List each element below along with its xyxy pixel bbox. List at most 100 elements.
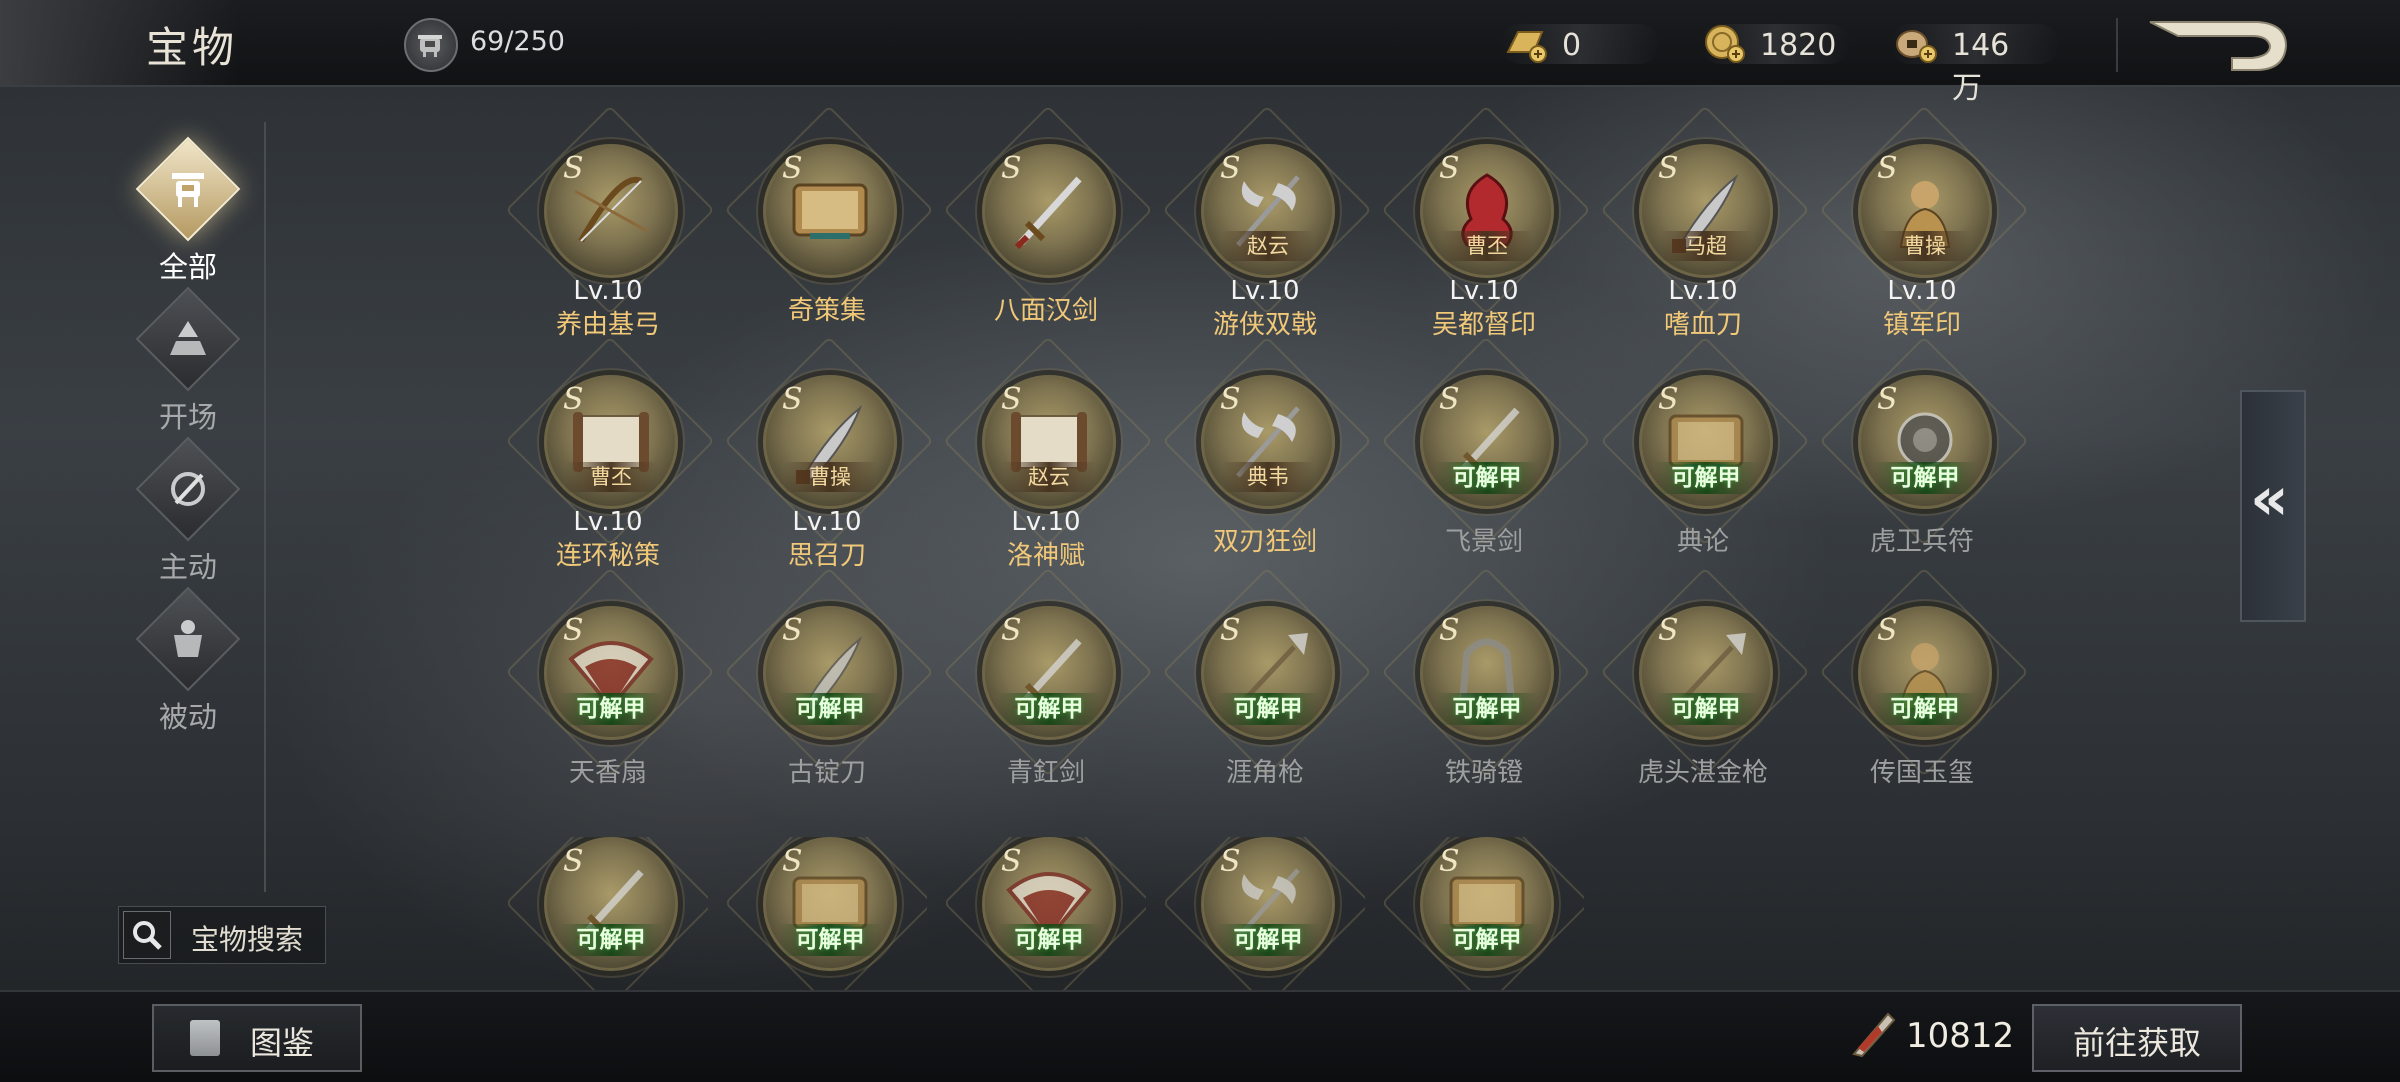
treasure-item[interactable]: S 曹操 Lv.10 镇军印 [1822, 144, 2022, 340]
category-label: 主动 [158, 550, 217, 584]
treasure-medal: S 可解甲 [1420, 837, 1554, 971]
treasure-name: 铁骑镫 [1444, 758, 1523, 788]
sidebar-divider [264, 122, 266, 892]
treasure-item[interactable]: S 可解甲 [727, 837, 927, 992]
treasure-name: 虎卫兵符 [1869, 527, 1974, 557]
grade-badge: S [782, 382, 803, 417]
hero-badge: 赵云 [1221, 231, 1315, 261]
treasure-name: 传国玉玺 [1869, 758, 1974, 788]
grade-badge: S [1001, 844, 1022, 879]
treasure-item[interactable]: S 可解甲 古锭刀 [727, 606, 927, 796]
hero-badge: 马超 [1659, 231, 1753, 261]
grade-badge: S [1001, 151, 1022, 186]
treasure-item[interactable]: S 可解甲 涯角枪 [1165, 606, 1365, 796]
treasure-item[interactable]: S 典韦双刃狂剑 [1165, 375, 1365, 565]
go-obtain-button[interactable]: 前往获取 [2032, 1004, 2242, 1072]
hero-badge: 曹丕 [1440, 231, 1534, 261]
treasure-item[interactable]: S 赵云 Lv.10 游侠双戟 [1165, 144, 1365, 340]
treasure-name: 奇策集 [787, 296, 866, 326]
grade-badge: S [782, 613, 803, 648]
treasure-item[interactable]: S 可解甲铁骑镫 [1384, 606, 1584, 796]
treasure-item[interactable]: S 可解甲传国玉玺 [1822, 606, 2022, 796]
treasure-item[interactable]: S 可解甲 虎卫兵符 [1822, 375, 2022, 565]
collapse-panel-button[interactable]: « [2240, 390, 2306, 622]
treasure-item[interactable]: S 奇策集 [727, 144, 927, 334]
unlockable-badge: 可解甲 [1435, 924, 1539, 956]
grade-badge: S [563, 382, 584, 417]
treasure-item[interactable]: S 曹操 Lv.10 思召刀 [727, 375, 927, 571]
grade-badge: S [1220, 844, 1241, 879]
unlockable-badge: 可解甲 [778, 693, 882, 725]
treasure-item[interactable]: S 可解甲 [946, 837, 1146, 992]
category-all[interactable]: 全部 [128, 136, 248, 286]
treasure-medal: S [982, 144, 1116, 278]
grade-badge: S [782, 844, 803, 879]
treasure-medal: S 赵云 [1201, 144, 1335, 278]
treasure-medal: S 赵云 [982, 375, 1116, 509]
treasure-item[interactable]: S 八面汉剑 [946, 144, 1146, 334]
back-arrow-icon[interactable] [2148, 18, 2288, 74]
treasure-item[interactable]: S 可解甲 典论 [1603, 375, 1803, 565]
cauldron-icon [404, 18, 458, 72]
armor-icon [135, 586, 241, 692]
treasure-name: 天香扇 [568, 758, 647, 788]
slash-icon [135, 436, 241, 542]
hero-badge: 曹操 [1878, 231, 1972, 261]
treasure-item[interactable]: S 可解甲 [1384, 837, 1584, 992]
treasure-medal: S 可解甲 [1201, 606, 1335, 740]
treasure-item[interactable]: S 马超 Lv.10 嗜血刀 [1603, 144, 1803, 340]
grade-badge: S [1001, 382, 1022, 417]
unlockable-badge: 可解甲 [1873, 693, 1977, 725]
gold-bar-value: 0 [1562, 28, 1582, 63]
treasure-medal: S 可解甲 [544, 837, 678, 971]
category-passive[interactable]: 被动 [128, 586, 248, 736]
unlockable-badge: 可解甲 [559, 693, 663, 725]
unlockable-badge: 可解甲 [559, 924, 663, 956]
copper-coin-plus-icon [1896, 30, 1937, 63]
treasure-medal: S 可解甲 [1420, 606, 1554, 740]
treasure-item[interactable]: S 可解甲 [508, 837, 708, 992]
pyramid-icon [135, 286, 241, 392]
quill-icon [1852, 1012, 1896, 1058]
grade-badge: S [1877, 613, 1898, 648]
treasure-medal: S 曹操 [1858, 144, 1992, 278]
treasure-item[interactable]: S 可解甲 虎头湛金枪 [1603, 606, 1803, 796]
divider [2116, 18, 2118, 72]
hero-badge: 典韦 [1221, 462, 1315, 492]
treasure-search[interactable]: 宝物搜索 [118, 906, 326, 964]
treasure-level: Lv.10 [573, 276, 643, 306]
category-active[interactable]: 主动 [128, 436, 248, 586]
gallery-button[interactable]: 图鉴 [152, 1004, 362, 1072]
grade-badge: S [1001, 613, 1022, 648]
treasure-item[interactable]: S 赵云 Lv.10 洛神赋 [946, 375, 1146, 571]
treasure-medal: S 典韦 [1201, 375, 1335, 509]
category-label: 开场 [158, 400, 217, 434]
go-obtain-label: 前往获取 [2072, 1024, 2201, 1062]
category-opening[interactable]: 开场 [128, 286, 248, 436]
hero-badge: 赵云 [1002, 462, 1096, 492]
treasure-item[interactable]: S 曹丕 Lv.10 吴都督印 [1384, 144, 1584, 340]
grade-badge: S [1439, 613, 1460, 648]
currency-value: 10812 [1906, 1016, 2015, 1056]
capacity-count: 69/250 [470, 26, 565, 57]
treasure-medal: S 可解甲 [1858, 606, 1992, 740]
double-chevron-left-icon: « [2250, 464, 2289, 534]
grade-badge: S [1220, 151, 1241, 186]
treasure-level: Lv.10 [1011, 507, 1081, 537]
hero-badge: 曹操 [783, 462, 877, 492]
treasure-item[interactable]: S 曹丕 Lv.10 连环秘策 [508, 375, 708, 571]
unlockable-badge: 可解甲 [778, 924, 882, 956]
gold-coin-plus-icon [1705, 25, 1745, 63]
grade-badge: S [1439, 151, 1460, 186]
search-label: 宝物搜索 [191, 923, 304, 956]
treasure-level: Lv.10 [1230, 276, 1300, 306]
treasure-item[interactable]: S 可解甲 飞景剑 [1384, 375, 1584, 565]
category-label: 全部 [158, 250, 217, 284]
treasure-medal: S 可解甲 [1420, 375, 1554, 509]
unlockable-badge: 可解甲 [1435, 462, 1539, 494]
treasure-item[interactable]: S 可解甲 天香扇 [508, 606, 708, 796]
treasure-item[interactable]: S 可解甲 青釭剑 [946, 606, 1146, 796]
treasure-name: 双刃狂剑 [1212, 527, 1317, 557]
treasure-item[interactable]: S Lv.10 养由基弓 [508, 144, 708, 340]
treasure-item[interactable]: S 可解甲 [1165, 837, 1365, 992]
